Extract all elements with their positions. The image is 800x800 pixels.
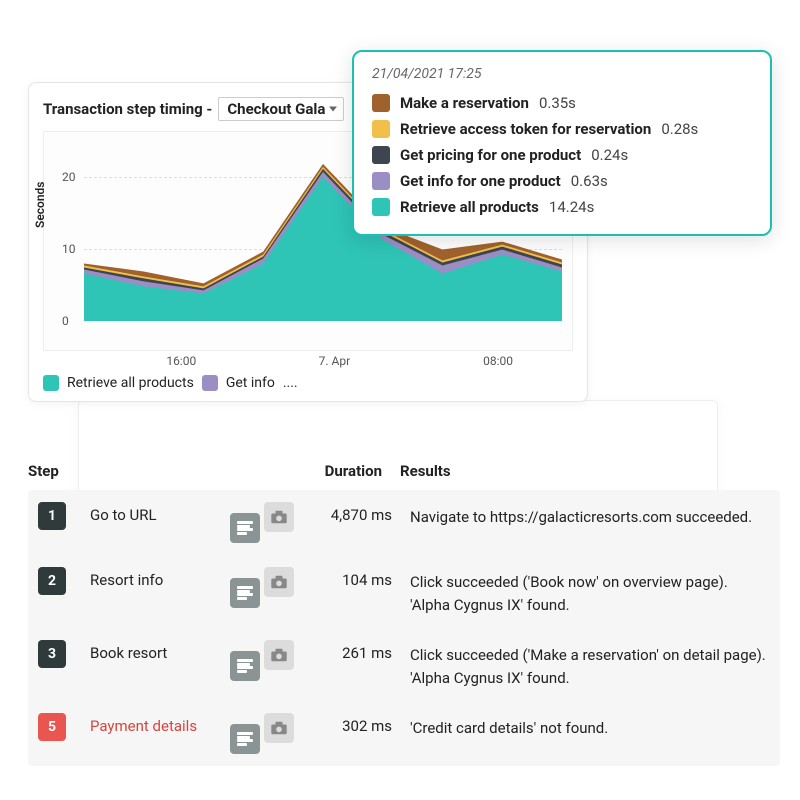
log-button[interactable] — [230, 724, 260, 754]
col-header-duration: Duration — [300, 462, 400, 480]
log-button[interactable] — [230, 578, 260, 608]
tooltip-value: 0.28s — [661, 120, 698, 138]
step-result: 'Credit card details' not found. — [410, 713, 770, 740]
table-row[interactable]: 3 Book resort 261 ms Click succeeded ('M… — [28, 628, 780, 701]
text-lines-icon — [237, 732, 253, 746]
step-name: Resort info — [90, 567, 230, 589]
tooltip-label: Make a reservation — [400, 94, 529, 112]
step-name: Payment details — [90, 713, 230, 735]
camera-icon — [270, 575, 288, 589]
col-header-step: Step — [28, 462, 80, 480]
text-lines-icon — [237, 659, 253, 673]
tooltip-label: Get info for one product — [400, 172, 561, 190]
tooltip-value: 14.24s — [549, 198, 594, 216]
step-badge: 1 — [38, 502, 66, 530]
step-badge: 2 — [38, 567, 66, 595]
screenshot-button[interactable] — [264, 713, 294, 743]
tooltip-label: Retrieve access token for reservation — [400, 120, 651, 138]
steps-table: Step Duration Results 1 Go to URL 4,870 … — [28, 462, 780, 766]
step-result: Click succeeded ('Book now' on overview … — [410, 567, 770, 616]
step-duration: 104 ms — [310, 567, 410, 589]
step-badge: 5 — [38, 713, 66, 741]
col-header-results: Results — [400, 462, 780, 480]
step-duration: 4,870 ms — [310, 502, 410, 524]
tooltip-swatch — [372, 146, 390, 164]
table-header: Step Duration Results — [28, 462, 780, 490]
tooltip-swatch — [372, 94, 390, 112]
tooltip-row: Retrieve access token for reservation 0.… — [372, 116, 752, 142]
step-duration: 261 ms — [310, 640, 410, 662]
legend-label: Get info — [226, 375, 275, 391]
tooltip-row: Retrieve all products 14.24s — [372, 194, 752, 220]
tooltip-value: 0.24s — [591, 146, 628, 164]
screenshot-button[interactable] — [264, 502, 294, 532]
chart-legend: Retrieve all products Get info .... — [43, 375, 573, 391]
chart-selector[interactable]: Checkout Gala — [218, 97, 344, 121]
legend-more[interactable]: .... — [283, 375, 298, 391]
log-button[interactable] — [230, 513, 260, 543]
step-result: Click succeeded ('Make a reservation' on… — [410, 640, 770, 689]
screenshot-button[interactable] — [264, 640, 294, 670]
y-tick: 10 — [62, 242, 76, 256]
log-button[interactable] — [230, 651, 260, 681]
y-axis-label: Seconds — [33, 182, 47, 228]
step-name: Book resort — [90, 640, 230, 662]
x-tick: 16:00 — [166, 354, 196, 368]
step-result: Navigate to https://galacticresorts.com … — [410, 502, 770, 529]
table-row[interactable]: 1 Go to URL 4,870 ms Navigate to https:/… — [28, 490, 780, 555]
step-name: Go to URL — [90, 502, 230, 524]
table-body: 1 Go to URL 4,870 ms Navigate to https:/… — [28, 490, 780, 766]
tooltip-row: Get info for one product 0.63s — [372, 168, 752, 194]
table-row[interactable]: 2 Resort info 104 ms Click succeeded ('B… — [28, 555, 780, 628]
tooltip-swatch — [372, 198, 390, 216]
tooltip-label: Get pricing for one product — [400, 146, 581, 164]
table-row[interactable]: 5 Payment details 302 ms 'Credit card de… — [28, 701, 780, 766]
x-tick: 08:00 — [483, 354, 513, 368]
y-tick: 20 — [62, 170, 76, 184]
chart-tooltip: 21/04/2021 17:25 Make a reservation 0.35… — [352, 50, 772, 236]
step-badge: 3 — [38, 640, 66, 668]
chart-title: Transaction step timing - — [43, 100, 212, 118]
tooltip-row: Make a reservation 0.35s — [372, 90, 752, 116]
tooltip-label: Retrieve all products — [400, 198, 539, 216]
tooltip-value: 0.63s — [571, 172, 608, 190]
tooltip-swatch — [372, 120, 390, 138]
screenshot-button[interactable] — [264, 567, 294, 597]
step-duration: 302 ms — [310, 713, 410, 735]
camera-icon — [270, 510, 288, 524]
camera-icon — [270, 648, 288, 662]
x-tick: 7. Apr — [319, 354, 351, 368]
legend-label: Retrieve all products — [67, 375, 194, 391]
tooltip-timestamp: 21/04/2021 17:25 — [372, 66, 752, 82]
tooltip-value: 0.35s — [539, 94, 576, 112]
legend-swatch — [43, 375, 59, 391]
tooltip-swatch — [372, 172, 390, 190]
camera-icon — [270, 721, 288, 735]
legend-swatch — [202, 375, 218, 391]
text-lines-icon — [237, 586, 253, 600]
text-lines-icon — [237, 521, 253, 535]
tooltip-row: Get pricing for one product 0.24s — [372, 142, 752, 168]
y-tick: 0 — [62, 314, 69, 328]
